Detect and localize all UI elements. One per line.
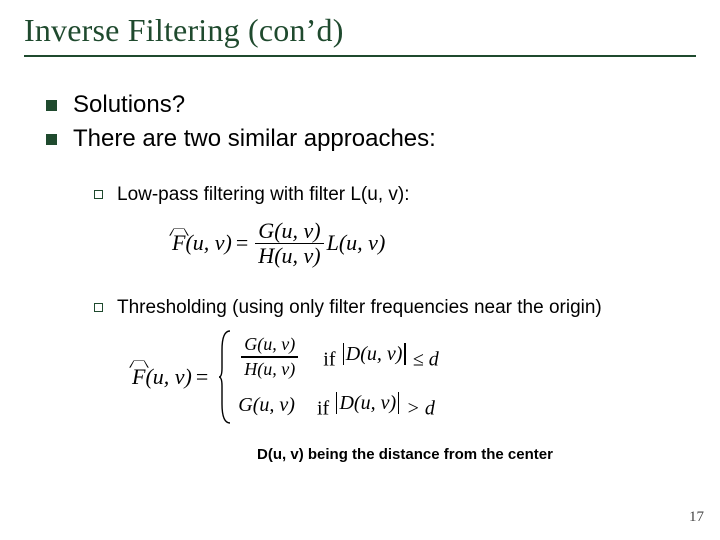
hollow-square-icon <box>94 303 103 312</box>
equation-piecewise: F(u, v)= G(u, v) H(u, v) if D(u, v) ≤ d … <box>132 330 696 424</box>
bullet-solutions-text: Solutions? <box>73 91 185 119</box>
left-brace-icon <box>218 330 232 424</box>
case-row-1: G(u, v) H(u, v) if D(u, v) ≤ d <box>238 333 438 380</box>
square-bullet-icon <box>46 134 57 145</box>
hat-icon: F <box>132 364 145 390</box>
subbullet-threshold-text: Thresholding (using only filter frequenc… <box>117 296 602 320</box>
bullet-approaches: There are two similar approaches: <box>24 125 696 153</box>
square-bullet-icon <box>46 100 57 111</box>
subbullet-lowpass: Low-pass filtering with filter L(u, v): <box>24 183 696 207</box>
bullet-solutions: Solutions? <box>24 91 696 119</box>
case-row-2: G(u, v) if D(u, v) > d <box>238 392 438 421</box>
bullet-approaches-text: There are two similar approaches: <box>73 125 436 153</box>
subbullet-lowpass-text: Low-pass filtering with filter L(u, v): <box>117 183 410 207</box>
distance-caption: D(u, v) being the distance from the cent… <box>114 446 696 463</box>
subbullet-threshold: Thresholding (using only filter frequenc… <box>24 296 696 320</box>
page-number: 17 <box>689 509 704 526</box>
slide-title: Inverse Filtering (con’d) <box>24 12 696 57</box>
hat-icon: F <box>172 232 185 254</box>
hollow-square-icon <box>94 190 103 199</box>
equation-lowpass: F(u, v)= G(u, v) H(u, v) L(u, v) <box>172 219 696 268</box>
